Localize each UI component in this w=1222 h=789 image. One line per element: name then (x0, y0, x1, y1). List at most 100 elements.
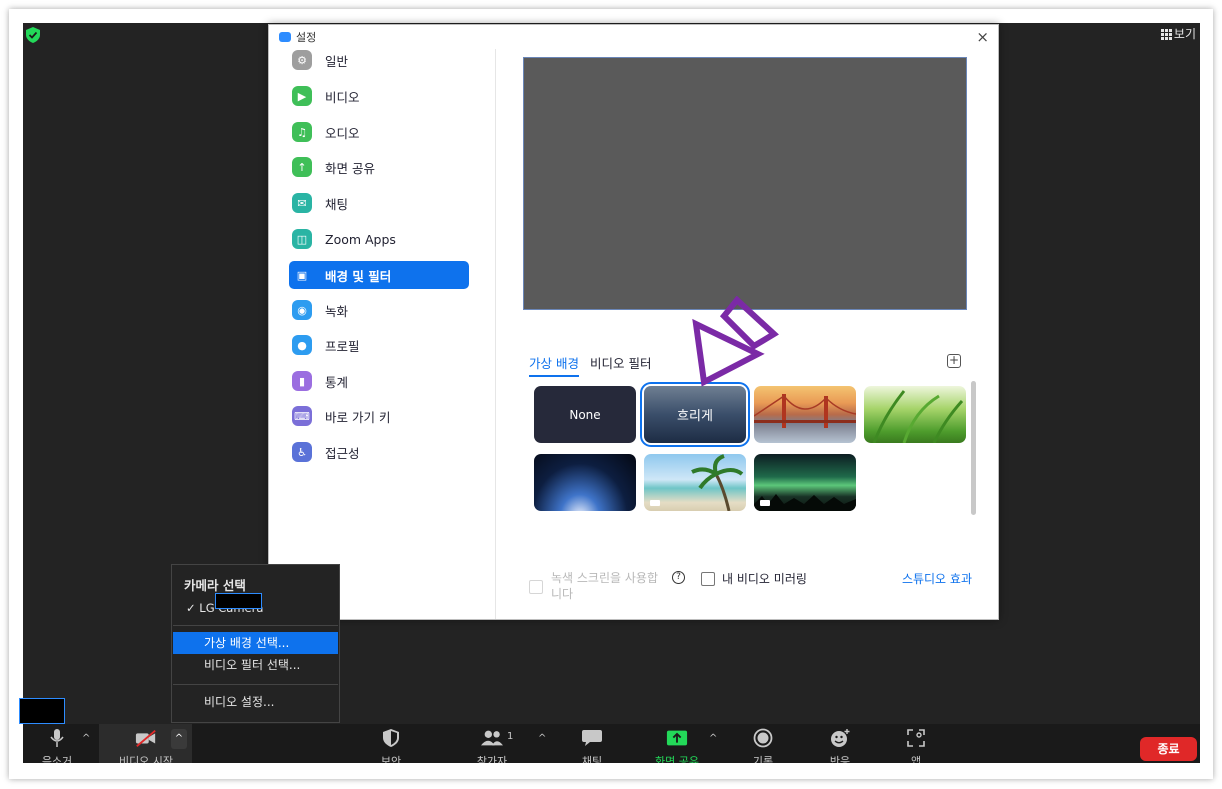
sidebar-item-4[interactable]: ✉ 채팅 (289, 189, 469, 217)
reactions-label: 반응 (829, 755, 851, 763)
sidebar-item-10[interactable]: ⌨ 바로 가기 키 (289, 402, 469, 430)
zoom-logo-icon (279, 32, 291, 42)
reactions-button[interactable]: 반응 (829, 728, 851, 763)
sidebar-item-1[interactable]: ▶ 비디오 (289, 82, 469, 110)
dialog-title: 설정 (296, 31, 317, 44)
chat-button[interactable]: 채팅 (581, 728, 603, 763)
chat-icon (582, 730, 602, 746)
menu-divider (173, 684, 338, 685)
video-camera-icon: ▶ (292, 86, 312, 106)
studio-effects-link[interactable]: 스튜디오 효과 (902, 570, 972, 587)
settings-sidebar: ⚙ 일반 ▶ 비디오 ♫ 오디오 ↑ 화면 공유 ✉ 채팅 ◫ Zoom Apps ▣ 배경 및 필터 ◉ 녹… (269, 49, 496, 619)
thumb-label: None (569, 407, 601, 422)
add-background-icon[interactable]: + (947, 354, 961, 368)
sidebar-item-11[interactable]: ♿ 접근성 (289, 438, 469, 466)
security-button[interactable]: 보안 (380, 728, 402, 763)
background-portrait-icon: ▣ (292, 265, 312, 285)
start-video-button[interactable]: 비디오 시작 (119, 728, 173, 763)
greenscreen-label: 녹색 스크린을 사용합니다 (551, 571, 658, 601)
annotation-arrow (692, 296, 779, 387)
video-background-icon (760, 500, 770, 506)
help-icon[interactable]: ? (672, 571, 685, 584)
participants-count: 1 (507, 731, 514, 742)
background-thumb-blur[interactable]: 흐리게 (644, 386, 746, 443)
self-view-thumbnail (19, 698, 65, 724)
mirror-checkbox[interactable] (701, 572, 715, 586)
record-icon (753, 728, 773, 748)
sidebar-item-9[interactable]: ▮ 통계 (289, 367, 469, 395)
gear-icon: ⚙ (292, 50, 312, 70)
background-thumb-golden-gate[interactable] (754, 386, 856, 443)
background-thumb-beach[interactable] (644, 454, 746, 511)
background-tabs: 가상 배경 비디오 필터 (529, 353, 651, 377)
sidebar-item-label: 녹화 (325, 303, 349, 319)
menu-item-video-settings[interactable]: 비디오 설정... (173, 691, 338, 713)
meeting-toolbar: 음소거 ^ 비디오 시작 ^ 보안 참가자 1 ^ 채팅 화면 공유 ^ 기록 … (23, 724, 1200, 763)
apps-icon: ◫ (292, 229, 312, 249)
grid-view-icon (1160, 28, 1172, 40)
video-options-caret[interactable]: ^ (171, 729, 187, 749)
participants-options-caret[interactable]: ^ (538, 733, 546, 744)
sidebar-item-7[interactable]: ◉ 녹화 (289, 296, 469, 324)
sidebar-item-label: 프로필 (325, 338, 360, 354)
end-meeting-button[interactable]: 종료 (1140, 737, 1197, 761)
share-screen-button[interactable]: 화면 공유 (655, 728, 699, 763)
sidebar-item-label: 일반 (325, 53, 349, 69)
thumbs-scrollbar[interactable] (971, 381, 976, 515)
menu-item-video-filter[interactable]: 비디오 필터 선택... (173, 654, 338, 676)
mirror-label: 내 비디오 미러링 (722, 572, 807, 586)
audio-options-caret[interactable]: ^ (82, 733, 90, 744)
background-thumb-grass[interactable] (864, 386, 966, 443)
profile-person-icon: ● (292, 335, 312, 355)
greenscreen-checkbox[interactable] (529, 580, 543, 594)
menu-divider (173, 625, 338, 626)
background-thumb-aurora[interactable] (754, 454, 856, 511)
share-screen-label: 화면 공유 (655, 755, 699, 763)
chat-label: 채팅 (581, 755, 603, 763)
chat-bubble-icon: ✉ (292, 193, 312, 213)
video-off-icon (135, 729, 156, 747)
background-thumb-earth[interactable] (534, 454, 636, 511)
sidebar-item-0[interactable]: ⚙ 일반 (289, 46, 469, 74)
security-shield-icon (383, 729, 399, 747)
tab-video-filter[interactable]: 비디오 필터 (590, 353, 651, 377)
start-video-label: 비디오 시작 (118, 755, 174, 763)
menu-item-virtual-background[interactable]: 가상 배경 선택... (173, 632, 338, 654)
sidebar-item-label: 오디오 (325, 125, 360, 141)
sidebar-item-label: 화면 공유 (325, 160, 375, 176)
camera-menu: 카메라 선택 ✓ LG Camera 가상 배경 선택... 비디오 필터 선택… (171, 564, 340, 723)
sidebar-item-5[interactable]: ◫ Zoom Apps (289, 225, 469, 253)
background-thumb-none[interactable]: None (534, 386, 636, 443)
sidebar-item-6[interactable]: ▣ 배경 및 필터 (289, 261, 469, 289)
sidebar-item-label: 채팅 (325, 196, 349, 212)
apps-label: 앱 (910, 755, 922, 763)
accessibility-icon: ♿ (292, 442, 312, 462)
apps-icon (907, 729, 925, 747)
mute-button[interactable]: 음소거 (42, 728, 72, 763)
sidebar-item-8[interactable]: ● 프로필 (289, 331, 469, 359)
grass-image (872, 390, 964, 443)
record-icon: ◉ (292, 300, 312, 320)
video-preview (523, 57, 967, 310)
settings-dialog: 설정 × ⚙ 일반 ▶ 비디오 ♫ 오디오 ↑ 화면 공유 ✉ 채팅 ◫ Zoom Apps ▣ 배경 및… (268, 24, 999, 620)
sidebar-item-3[interactable]: ↑ 화면 공유 (289, 153, 469, 181)
sidebar-item-2[interactable]: ♫ 오디오 (289, 118, 469, 146)
participants-button[interactable]: 참가자 (477, 728, 507, 763)
sidebar-item-label: 바로 가기 키 (325, 409, 391, 425)
record-button[interactable]: 기록 (752, 728, 774, 763)
view-button[interactable]: 보기 (1160, 25, 1196, 42)
microphone-icon (50, 729, 64, 747)
sidebar-item-label: 접근성 (325, 445, 360, 461)
close-icon[interactable]: × (976, 28, 989, 46)
bridge-image (754, 394, 856, 428)
headphones-icon: ♫ (292, 122, 312, 142)
mute-label: 음소거 (41, 755, 73, 763)
keyboard-icon: ⌨ (292, 406, 312, 426)
sidebar-item-label: 배경 및 필터 (325, 268, 392, 284)
share-options-caret[interactable]: ^ (709, 733, 717, 744)
redacted-box (215, 593, 262, 609)
tab-virtual-background[interactable]: 가상 배경 (529, 353, 579, 377)
record-label: 기록 (752, 755, 774, 763)
statistics-icon: ▮ (292, 371, 312, 391)
apps-button[interactable]: 앱 (905, 728, 927, 763)
